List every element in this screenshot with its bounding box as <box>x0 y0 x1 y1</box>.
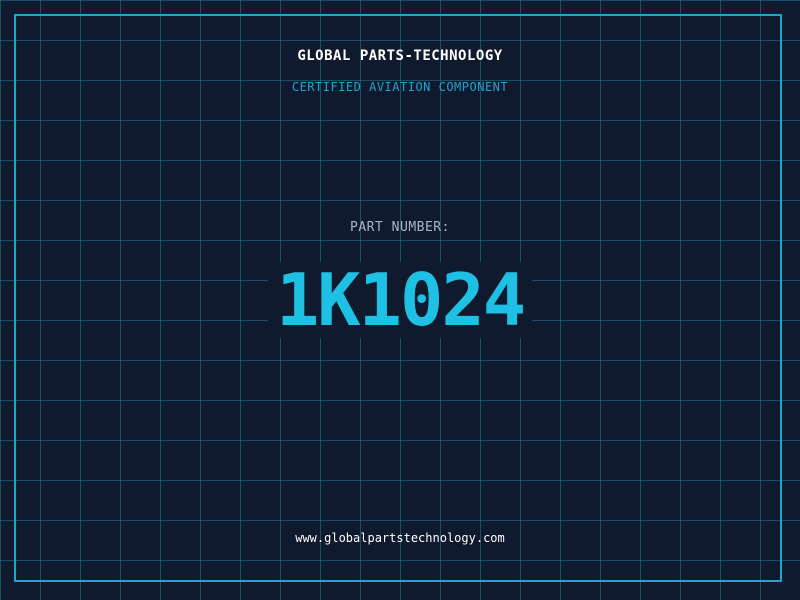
part-number-container: 1K1024 <box>0 262 800 338</box>
part-number: 1K1024 <box>267 262 533 338</box>
website-url: www.globalpartstechnology.com <box>295 531 505 545</box>
company-name: GLOBAL PARTS-TECHNOLOGY <box>297 48 503 64</box>
part-number-label: PART NUMBER: <box>350 220 450 235</box>
label-card: GLOBAL PARTS-TECHNOLOGY CERTIFIED AVIATI… <box>0 0 800 600</box>
tagline: CERTIFIED AVIATION COMPONENT <box>291 80 509 94</box>
